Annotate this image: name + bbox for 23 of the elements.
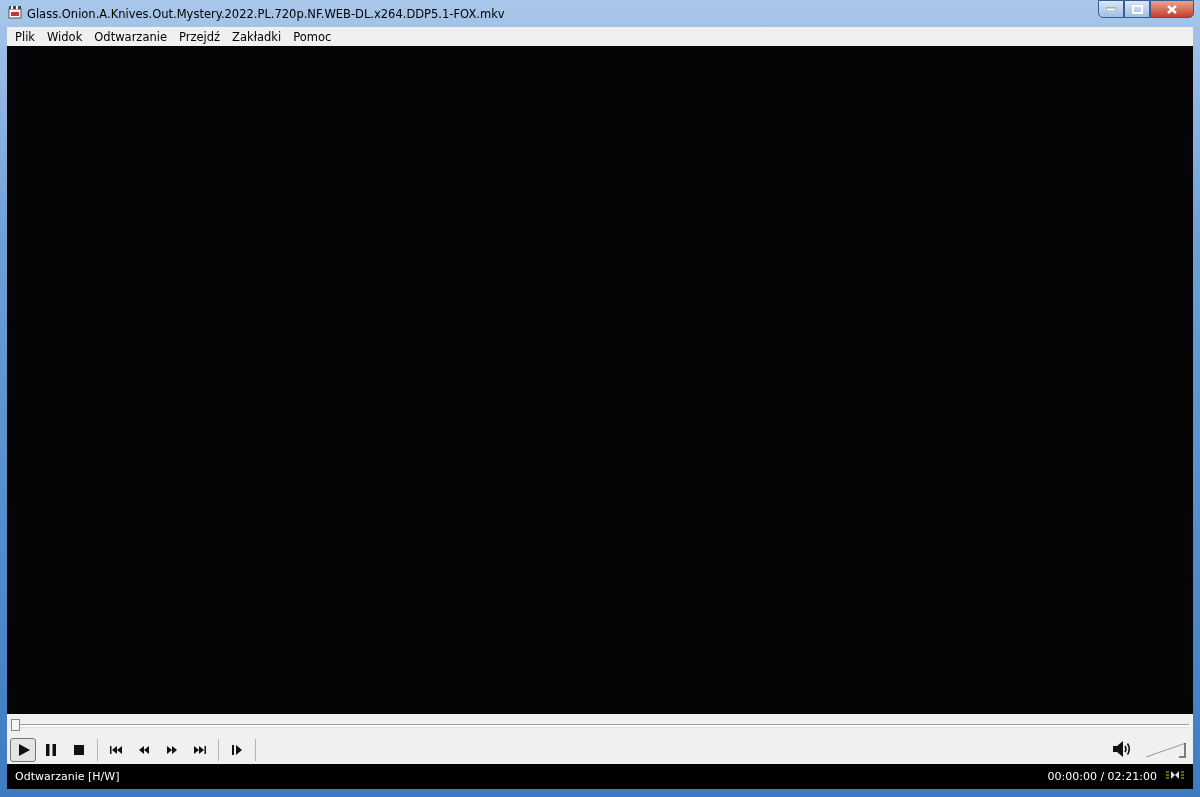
minimize-icon [1106,7,1116,11]
close-button[interactable] [1150,0,1194,18]
playback-status: Odtwarzanie [H/W] [15,770,121,783]
seek-slider[interactable] [11,719,1189,731]
volume-slider[interactable] [1146,742,1186,758]
play-button[interactable] [10,738,36,762]
stop-icon [71,742,87,758]
film-icon [8,5,22,19]
menu-item[interactable]: Pomoc [287,29,338,44]
menu-item[interactable]: Przejdź [173,29,227,44]
pause-icon [43,742,59,758]
menu-item[interactable]: Odtwarzanie [88,29,173,44]
slider-thumb[interactable] [11,719,20,731]
window-title: Glass.Onion.A.Knives.Out.Mystery.2022.PL.720p.NF.WEB-DL.x264.DDP5.1-FOX.mkv [27,6,506,21]
menu-item[interactable]: Plik [9,29,41,44]
time-display: 00:00:00 / 02:21:00 [1047,770,1157,783]
close-icon [1167,4,1177,14]
menu-item[interactable]: Widok [41,29,89,44]
aspect-icon[interactable] [1165,769,1185,781]
menu-item[interactable]: Zakładki [226,29,288,44]
maximize-button[interactable] [1124,0,1150,18]
maximize-icon [1131,4,1143,14]
minimize-button[interactable] [1098,0,1124,18]
